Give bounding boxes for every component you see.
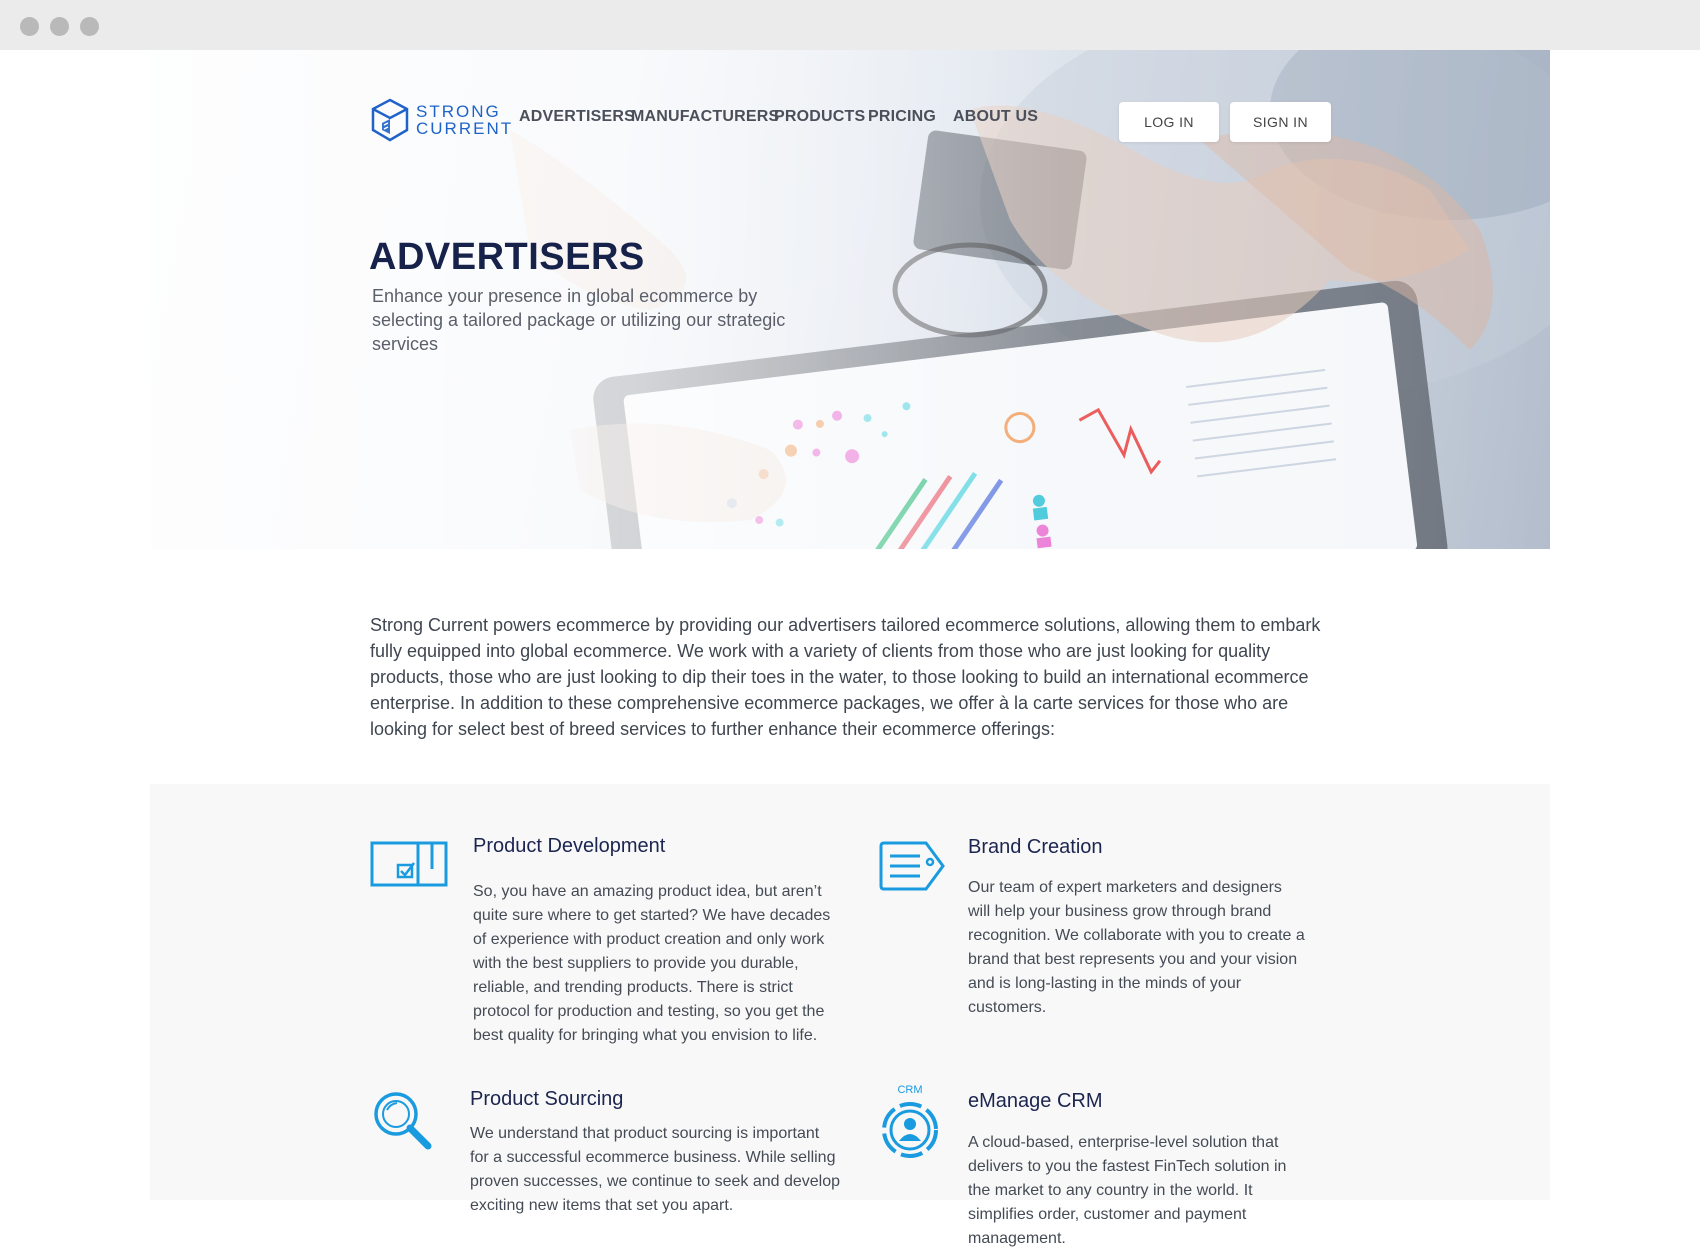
window-maximize-dot[interactable] [80,17,99,36]
product-box-icon [370,841,448,887]
crm-user-icon: CRM [877,1084,943,1164]
window-minimize-dot[interactable] [50,17,69,36]
intro-paragraph: Strong Current powers ecommerce by provi… [370,615,1321,739]
nav-products[interactable]: PRODUCTS [774,108,865,126]
service-title-emanage-crm: eManage CRM [968,1090,1103,1112]
hero-banner: STRONG CURRENT ADVERTISERS MANUFACTURERS… [150,50,1550,549]
nav-advertisers[interactable]: ADVERTISERS [519,108,635,126]
logo-line-1: STRONG [416,102,501,121]
service-desc-product-sourcing: We understand that product sourcing is i… [470,1125,841,1214]
crm-ring-icon [882,1102,938,1158]
logo-wordmark: STRONG CURRENT [416,103,513,137]
service-title-product-sourcing: Product Sourcing [470,1088,624,1110]
nav-pricing[interactable]: PRICING [868,108,936,126]
service-desc-emanage-crm: A cloud-based, enterprise-level solution… [968,1134,1287,1247]
login-button[interactable]: LOG IN [1119,102,1219,142]
crm-icon-label: CRM [897,1084,923,1096]
service-title-brand-creation: Brand Creation [968,836,1103,858]
service-desc-product-development: So, you have an amazing product idea, bu… [473,883,831,1044]
service-title-product-development: Product Development [473,835,666,857]
services-section: Product Development So, you have an amaz… [150,784,1550,1247]
magnifier-icon [374,1092,432,1150]
nav-about-us[interactable]: ABOUT US [953,108,1038,126]
page-title: ADVERTISERS [369,236,645,278]
logo-cube-icon [371,98,409,142]
brand-tag-icon [879,841,945,891]
logo-line-2: CURRENT [416,119,514,138]
signin-button[interactable]: SIGN IN [1230,102,1331,142]
window-close-dot[interactable] [20,17,39,36]
browser-chrome [0,0,1700,50]
hero-subtitle: Enhance your presence in global ecommerc… [372,286,786,354]
service-desc-brand-creation: Our team of expert marketers and designe… [968,879,1305,1016]
brand-logo[interactable]: STRONG CURRENT [370,98,513,142]
nav-manufacturers[interactable]: MANUFACTURERS [631,108,779,126]
